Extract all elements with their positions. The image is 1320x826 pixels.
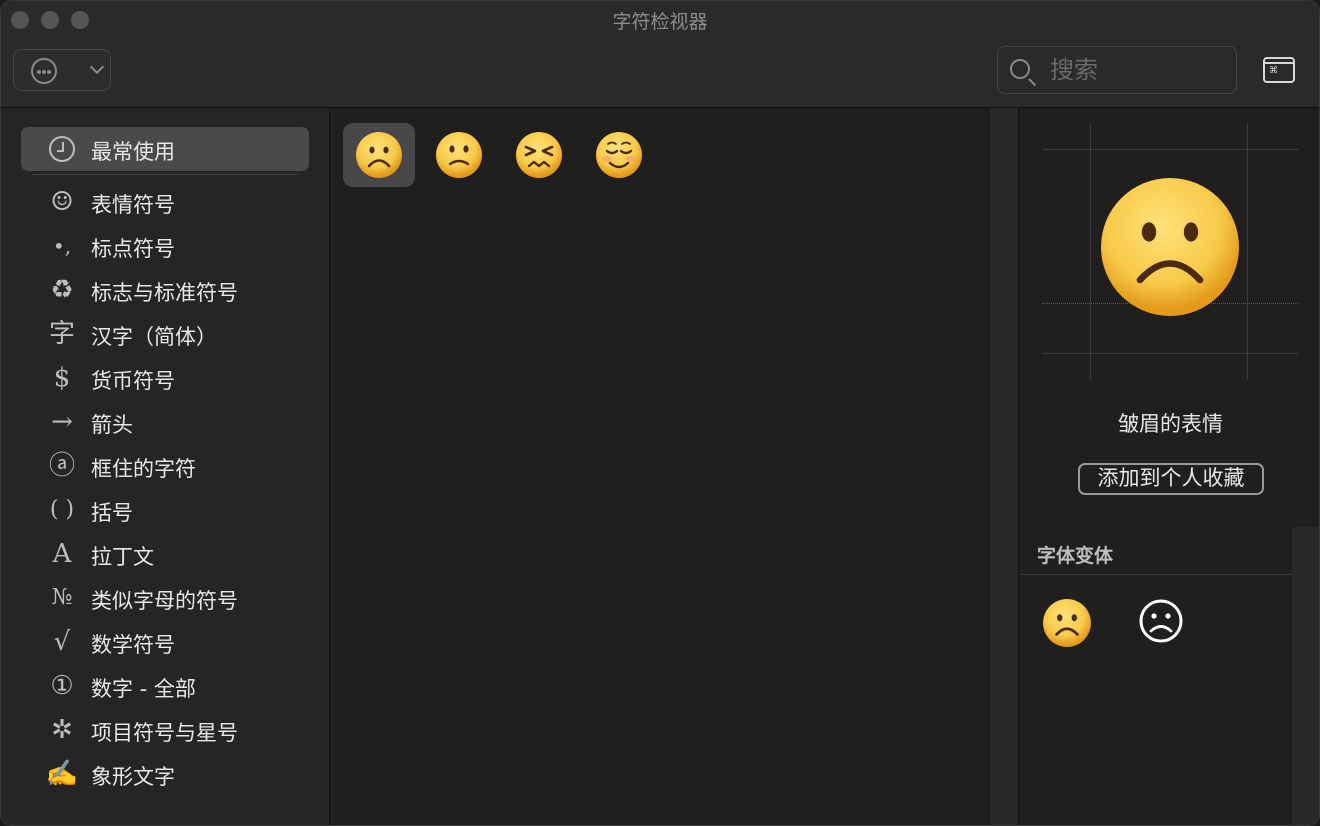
sidebar-item-label: 最常使用 — [91, 140, 175, 164]
search-field[interactable] — [997, 46, 1237, 94]
window-title: 字符检视器 — [612, 11, 708, 33]
sidebar-item-label: 数字 - 全部 — [91, 677, 196, 701]
character-name: 皱眉的表情 — [1118, 412, 1223, 436]
glyph-grid-scrollbar[interactable] — [989, 108, 1019, 825]
sidebar-item-label: 框住的字符 — [91, 457, 196, 481]
sidebar-item-label: 标点符号 — [91, 237, 175, 261]
glyph-frowning-face[interactable] — [343, 123, 415, 187]
sidebar-item-latin[interactable]: A 拉丁文 — [21, 532, 309, 576]
character-detail-panel: 皱眉的表情 添加到个人收藏 字体变体 — [1020, 108, 1319, 825]
keyboard-icon: ⌘ — [1269, 66, 1278, 76]
chevron-down-icon — [89, 59, 105, 75]
sidebar-item-label: 类似字母的符号 — [91, 589, 238, 613]
sidebar-item-emoji[interactable]: ☺ 表情符号 — [21, 180, 309, 224]
glyph-guide-line — [1042, 353, 1298, 354]
frowning-face-preview — [1101, 178, 1239, 316]
asterisk-icon: ✲ — [51, 715, 73, 745]
parentheses-icon: ( ) — [49, 497, 75, 522]
search-icon — [1010, 59, 1030, 79]
glyph-guide-line — [1247, 123, 1248, 379]
smiling-face-emoji — [596, 132, 642, 178]
category-sidebar: 最常使用 ☺ 表情符号 •, 标点符号 ♻ 标志与标准符号 字 汉字（简体） $… — [1, 108, 330, 825]
search-input[interactable] — [1050, 53, 1220, 87]
latin-a-icon: A — [52, 539, 72, 569]
numero-icon: № — [51, 585, 73, 610]
frowning-face-emoji — [356, 132, 402, 178]
punctuation-icon: •, — [52, 234, 72, 258]
sidebar-item-currency[interactable]: $ 货币符号 — [21, 356, 309, 400]
sidebar-item-arrows[interactable]: → 箭头 — [21, 400, 309, 444]
sidebar-item-punctuation[interactable]: •, 标点符号 — [21, 224, 309, 268]
glyph-persevering-face[interactable] — [503, 123, 575, 187]
sidebar-item-label: 汉字（简体） — [91, 325, 217, 349]
sidebar-item-digits[interactable]: ① 数字 - 全部 — [21, 664, 309, 708]
sidebar-item-bullets-stars[interactable]: ✲ 项目符号与星号 — [21, 708, 309, 752]
sidebar-item-hanzi[interactable]: 字 汉字（简体） — [21, 312, 309, 356]
font-variants-label: 字体变体 — [1037, 545, 1114, 567]
sidebar-item-frequently-used[interactable]: 最常使用 — [21, 127, 309, 171]
arrow-icon: → — [51, 407, 73, 437]
sidebar-item-letterlike[interactable]: № 类似字母的符号 — [21, 576, 309, 620]
add-to-favorites-button[interactable]: 添加到个人收藏 — [1078, 463, 1264, 495]
glyph-slightly-frowning-face[interactable] — [423, 123, 495, 187]
sidebar-item-label: 货币符号 — [91, 369, 175, 393]
sidebar-item-pictographs[interactable]: ✍ 象形文字 — [21, 752, 309, 796]
slightly-frowning-face-emoji — [436, 132, 482, 178]
sidebar-item-label: 表情符号 — [91, 193, 175, 217]
sidebar-item-label: 拉丁文 — [91, 545, 154, 569]
hanzi-icon: 字 — [48, 319, 75, 349]
action-menu-button[interactable] — [13, 49, 111, 91]
character-viewer-window: 字符检视器 ⌘ 最常使用 ☺ 表情符号 •, 标点符号 — [0, 0, 1320, 826]
sqrt-icon: √ — [53, 627, 71, 657]
sidebar-item-label: 项目符号与星号 — [91, 721, 238, 745]
persevering-face-emoji — [516, 132, 562, 178]
sidebar-item-label: 箭头 — [91, 413, 133, 437]
font-variants-header: 字体变体 — [1020, 527, 1292, 575]
clock-icon — [49, 136, 75, 162]
text-variant-frowning-face[interactable] — [1137, 597, 1185, 645]
keyboard-viewer-button[interactable]: ⌘ — [1263, 57, 1295, 83]
sidebar-item-label: 标志与标准符号 — [91, 281, 238, 305]
glyph-smiling-face[interactable] — [583, 123, 655, 187]
glyph-grid — [331, 108, 989, 825]
sidebar-divider — [33, 174, 297, 175]
sidebar-item-label: 象形文字 — [91, 765, 175, 789]
sidebar-item-signs-standards[interactable]: ♻ 标志与标准符号 — [21, 268, 309, 312]
sidebar-item-enclosed[interactable]: ⓐ 框住的字符 — [21, 444, 309, 488]
toolbar: 字符检视器 ⌘ — [1, 1, 1319, 108]
ellipsis-icon — [31, 58, 57, 84]
emoji-variant-frowning-face[interactable] — [1042, 598, 1092, 648]
font-variants-scrollbar[interactable] — [1292, 527, 1319, 825]
recycle-icon: ♻ — [50, 275, 74, 305]
writing-hand-icon: ✍ — [45, 759, 79, 789]
sidebar-item-math[interactable]: √ 数学符号 — [21, 620, 309, 664]
glyph-guide-line — [1042, 149, 1298, 150]
smiley-icon: ☺ — [50, 187, 74, 217]
glyph-guide-line — [1090, 123, 1091, 379]
circled-a-icon: ⓐ — [48, 451, 75, 481]
sidebar-item-label: 数学符号 — [91, 633, 175, 657]
sidebar-item-label: 括号 — [91, 501, 133, 525]
circled-one-icon: ① — [50, 671, 74, 701]
dollar-icon: $ — [53, 363, 71, 393]
sidebar-item-parentheses[interactable]: ( ) 括号 — [21, 488, 309, 532]
